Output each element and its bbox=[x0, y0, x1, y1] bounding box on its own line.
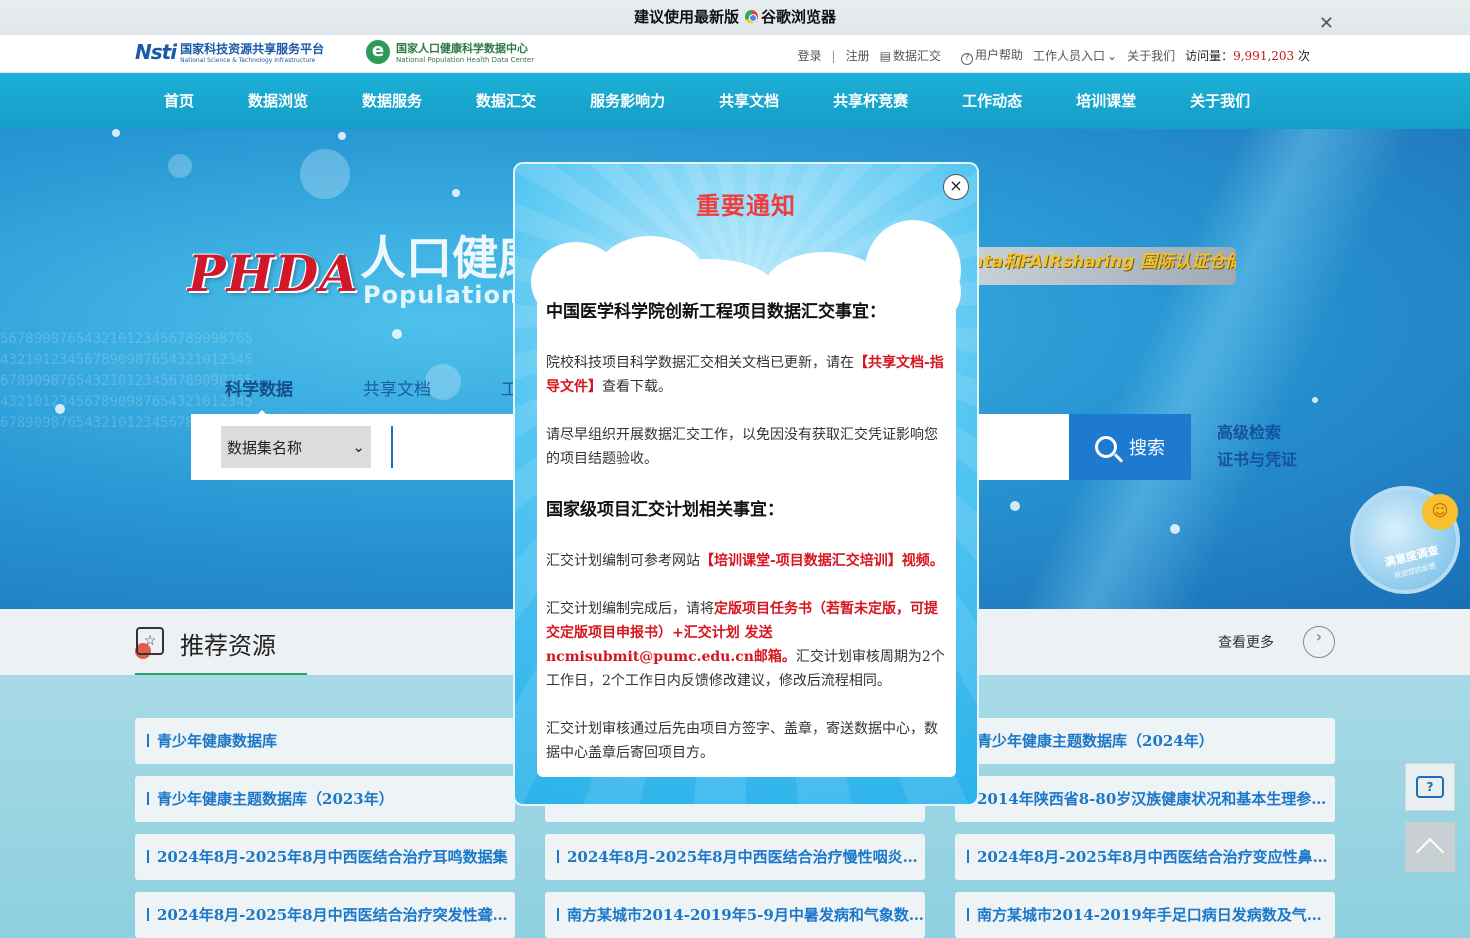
nav-home[interactable]: 首页 bbox=[164, 73, 194, 129]
nav-cup-competition[interactable]: 共享杯竞赛 bbox=[833, 73, 908, 129]
bubble bbox=[300, 149, 350, 199]
back-to-top-button[interactable] bbox=[1405, 822, 1455, 872]
nav-shared-docs[interactable]: 共享文档 bbox=[719, 73, 779, 129]
dot bbox=[392, 329, 402, 339]
nsti-logo[interactable]: Nsti 国家科技资源共享服务平台 National Science & Tec… bbox=[135, 40, 324, 64]
modal-title: 重要通知 bbox=[696, 192, 796, 220]
search-icon bbox=[1095, 436, 1117, 458]
visit-counter: 访问量：9,991,203 次 bbox=[1185, 47, 1310, 64]
nav-data-submit[interactable]: 数据汇交 bbox=[476, 73, 536, 129]
database-icon: ▤ bbox=[879, 49, 891, 63]
notice-paragraph-1: 院校科技项目科学数据汇交相关文档已更新，请在【共享文档-指导文件】查看下载。 bbox=[546, 355, 944, 395]
browser-tip-browser: 谷歌浏览器 bbox=[761, 8, 837, 26]
smile-icon: ☺ bbox=[1422, 494, 1458, 530]
notice-paragraph-2: 请尽早组织开展数据汇交工作，以免因没有获取汇交凭证影响您的项目结题验收。 bbox=[546, 427, 938, 467]
list-item[interactable]: 青少年健康主题数据库（2023年） bbox=[135, 776, 515, 822]
question-icon: ? bbox=[960, 53, 973, 65]
recommend-title: 推荐资源 bbox=[180, 632, 276, 660]
help-button[interactable]: ? bbox=[1405, 763, 1455, 811]
staff-entry-dropdown[interactable]: 工作人员入口 ⌄ bbox=[1033, 47, 1117, 64]
data-submit-label: 数据汇交 bbox=[892, 49, 941, 63]
browser-tip-text: 建议使用最新版 bbox=[633, 8, 739, 26]
visit-unit: 次 bbox=[1294, 49, 1310, 63]
chrome-icon bbox=[745, 10, 758, 23]
chevron-right-icon[interactable]: › bbox=[1303, 626, 1335, 658]
chat-question-icon: ? bbox=[1416, 776, 1444, 798]
certification-banner: ata和FAIRsharing 国际认证仓储 bbox=[960, 247, 1236, 285]
dot bbox=[338, 132, 346, 140]
nav-data-browse[interactable]: 数据浏览 bbox=[248, 73, 308, 129]
browser-tip-bar: 建议使用最新版 谷歌浏览器 ✕ bbox=[0, 0, 1470, 35]
advanced-search-link[interactable]: 高级检索 bbox=[1217, 419, 1297, 446]
dot bbox=[112, 129, 120, 137]
tab-shared-docs[interactable]: 共享文档 bbox=[363, 375, 431, 400]
utility-links: 登录 | 注册 ▤ 数据汇交 ? 用户帮助 工作人员入口 ⌄ 关于我们 访问量：9,9… bbox=[788, 46, 1310, 65]
dot bbox=[1010, 501, 1020, 511]
notice-heading-1: 中国医学科学院创新工程项目数据汇交事宜： bbox=[546, 302, 886, 322]
list-item[interactable]: 2024年8月-2025年8月中西医结合治疗慢性咽炎数据集 bbox=[545, 834, 925, 880]
training-video-link[interactable]: 【培训课堂-项目数据汇交培训】视频。 bbox=[700, 553, 944, 569]
certificate-link[interactable]: 证书与凭证 bbox=[1217, 446, 1297, 473]
close-icon[interactable]: × bbox=[943, 174, 969, 200]
divider: | bbox=[831, 48, 836, 63]
hero-subtitle: Population bbox=[363, 281, 520, 309]
notice-paragraph-4: 汇交计划编制完成后，请将定版项目任务书（若暂未定版，可提交定版项目申报书）+汇交… bbox=[546, 601, 945, 689]
modal-content: 中国医学科学院创新工程项目数据汇交事宜： 院校科技项目科学数据汇交相关文档已更新… bbox=[537, 289, 956, 777]
nav-training[interactable]: 培训课堂 bbox=[1076, 73, 1136, 129]
dot bbox=[1170, 524, 1180, 534]
list-item[interactable]: 青少年健康数据库 bbox=[135, 718, 515, 764]
tab-scientific-data[interactable]: 科学数据 bbox=[225, 375, 293, 417]
chevron-down-icon: ⌄ bbox=[1107, 49, 1118, 63]
visit-label: 访问量： bbox=[1185, 49, 1234, 63]
search-field-select[interactable]: 数据集名称 ⌄ bbox=[221, 426, 371, 468]
visit-count: 9,991,203 bbox=[1233, 49, 1295, 63]
nsti-logo-cn: 国家科技资源共享服务平台 bbox=[180, 42, 325, 56]
nav-about[interactable]: 关于我们 bbox=[1190, 73, 1250, 129]
chevron-down-icon: ⌄ bbox=[352, 438, 365, 456]
list-item[interactable]: 南方某城市2014-2019年5-9月中暑发病和气象数据集 bbox=[545, 892, 925, 938]
dot bbox=[1312, 397, 1318, 403]
star-box-icon: ☆ bbox=[136, 627, 164, 655]
list-item[interactable]: 2024年8月-2025年8月中西医结合治疗变应性鼻炎数据集 bbox=[955, 834, 1335, 880]
staff-entry-label: 工作人员入口 bbox=[1032, 49, 1105, 63]
utility-header: Nsti 国家科技资源共享服务平台 National Science & Tec… bbox=[0, 35, 1470, 73]
bubble bbox=[168, 154, 192, 178]
data-submit-link[interactable]: ▤ 数据汇交 bbox=[880, 47, 941, 64]
survey-badge[interactable]: ☺ 满意度调查 欢迎您的反馈 bbox=[1350, 486, 1460, 594]
help-label: 用户帮助 bbox=[974, 48, 1023, 62]
list-item[interactable]: 2024年8月-2025年8月中西医结合治疗突发性聋数据集 bbox=[135, 892, 515, 938]
main-nav: 首页 数据浏览 数据服务 数据汇交 服务影响力 共享文档 共享杯竞赛 工作动态 … bbox=[0, 73, 1470, 129]
nsti-logo-en: National Science & Technology Infrastruc… bbox=[180, 57, 316, 64]
nav-work-news[interactable]: 工作动态 bbox=[962, 73, 1022, 129]
notice-modal: 重要通知 × 中国医学科学院创新工程项目数据汇交事宜： 院校科技项目科学数据汇交… bbox=[515, 164, 977, 804]
nav-service-impact[interactable]: 服务影响力 bbox=[590, 73, 665, 129]
advanced-links: 高级检索 证书与凭证 bbox=[1217, 419, 1297, 473]
nav-data-service[interactable]: 数据服务 bbox=[362, 73, 422, 129]
phdc-logo-mark: e bbox=[366, 40, 390, 64]
notice-paragraph-5: 汇交计划审核通过后先由项目方签字、盖章，寄送数据中心，数据中心盖章后寄回项目方。 bbox=[546, 721, 938, 761]
search-field-value: 数据集名称 bbox=[227, 438, 303, 457]
about-link[interactable]: 关于我们 bbox=[1127, 47, 1175, 64]
login-link[interactable]: 登录 bbox=[798, 47, 822, 64]
notice-heading-2: 国家级项目汇交计划相关事宜： bbox=[546, 500, 784, 520]
search-button[interactable]: 搜索 bbox=[1069, 414, 1191, 480]
list-item[interactable]: 2014年陕西省8-80岁汉族健康状况和基本生理参数数据集 bbox=[955, 776, 1335, 822]
list-item[interactable]: 青少年健康主题数据库（2024年） bbox=[955, 718, 1335, 764]
dot bbox=[452, 189, 460, 197]
list-item[interactable]: 南方某城市2014-2019年手足口病日发病数及气象数据 bbox=[955, 892, 1335, 938]
view-more-link[interactable]: 查看更多 bbox=[1218, 632, 1274, 652]
phdc-logo-en: National Population Health Data Center bbox=[396, 56, 535, 64]
help-link[interactable]: ? 用户帮助 bbox=[951, 46, 1023, 65]
nsti-logo-mark: Nsti bbox=[135, 40, 177, 64]
phdc-logo-cn: 国家人口健康科学数据中心 bbox=[396, 42, 528, 55]
phdc-logo[interactable]: e 国家人口健康科学数据中心 National Population Healt… bbox=[366, 40, 534, 64]
list-item[interactable]: 2024年8月-2025年8月中西医结合治疗耳鸣数据集 bbox=[135, 834, 515, 880]
notice-paragraph-3: 汇交计划编制可参考网站【培训课堂-项目数据汇交培训】视频。 bbox=[546, 553, 944, 569]
register-link[interactable]: 注册 bbox=[846, 47, 870, 64]
dot bbox=[55, 404, 65, 414]
search-button-label: 搜索 bbox=[1129, 438, 1165, 459]
phda-logo: PHDA bbox=[188, 244, 359, 303]
